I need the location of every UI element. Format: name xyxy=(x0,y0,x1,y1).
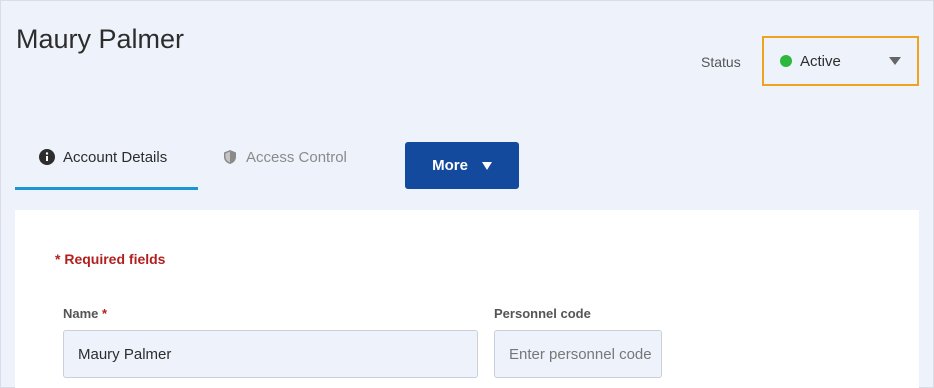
name-field-label: Name * xyxy=(63,306,107,321)
required-fields-note: * Required fields xyxy=(55,251,166,267)
personnel-code-label: Personnel code xyxy=(494,306,591,321)
shield-icon xyxy=(224,150,236,164)
personnel-code-input[interactable] xyxy=(494,330,662,378)
name-input[interactable] xyxy=(63,330,478,378)
required-asterisk: * xyxy=(102,306,108,321)
more-button-label: More xyxy=(432,157,468,174)
more-button[interactable]: More xyxy=(405,142,519,189)
status-value: Active xyxy=(800,52,841,70)
account-details-panel: * Required fields Name * Personnel code xyxy=(15,210,919,388)
name-label-text: Name xyxy=(63,306,99,321)
tab-label: Account Details xyxy=(63,149,168,166)
status-indicator-dot xyxy=(780,55,792,67)
status-label: Status xyxy=(701,54,741,70)
page-title: Maury Palmer xyxy=(16,24,185,54)
caret-down-icon xyxy=(481,161,492,170)
status-dropdown[interactable]: Active xyxy=(762,36,919,86)
tab-access-control[interactable]: Access Control xyxy=(222,148,372,190)
tab-account-details[interactable]: Account Details xyxy=(15,148,198,190)
chevron-down-icon xyxy=(889,57,901,65)
tab-label: Access Control xyxy=(246,149,347,166)
info-circle-icon xyxy=(39,149,55,165)
